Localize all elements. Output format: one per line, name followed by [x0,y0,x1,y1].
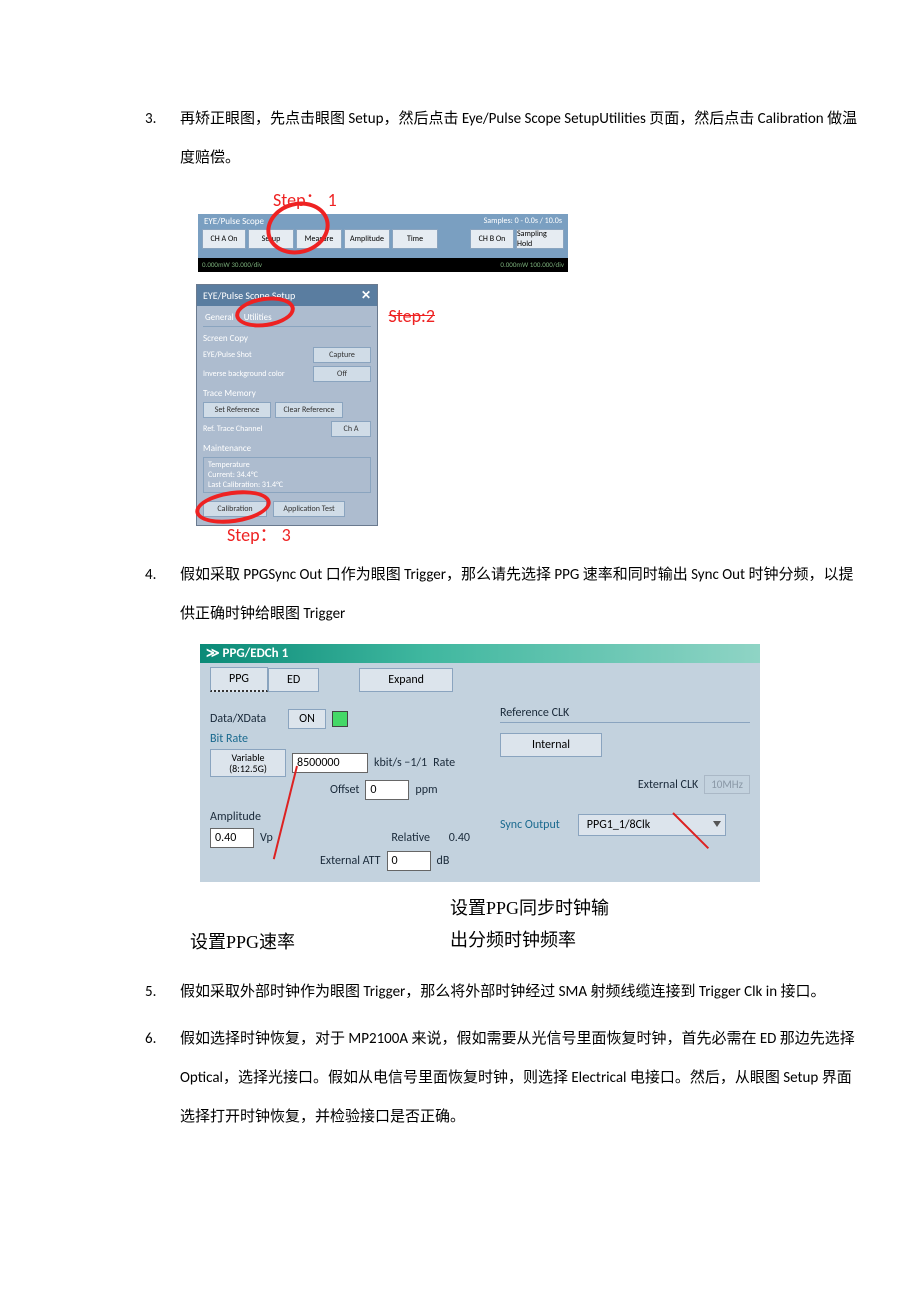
item-text: 再矫正眼图，先点击眼图 Setup，然后点击 Eye/Pulse Scope S… [180,110,857,167]
annotation-left: 设置PPG速率 [190,892,450,954]
bitrate-input[interactable]: 8500000 [292,753,368,773]
ppg-title-bar: ≫ PPG/EDCh 1 [200,644,760,663]
scope-samples: Samples: 0 - 0.0s / 10.0s [484,216,562,226]
measure-button[interactable]: Measure [296,229,342,249]
label-temperature: Temperature [208,460,366,470]
scope-setup-dialog: EYE/Pulse Scope Setup ✕ General Utilitie… [196,284,378,526]
tab-general[interactable]: General [203,310,242,326]
calibration-button[interactable]: Calibration [203,501,267,517]
scope-info-right: 0.000mW 100.000/div [496,258,568,272]
step-3-label: Step： 3 [227,521,291,547]
offset-input[interactable]: 0 [365,780,409,800]
amplitude-input[interactable]: 0.40 [210,828,254,848]
close-icon[interactable]: ✕ [361,288,371,303]
scope-info-left: 0.000mW 30.000/div [198,258,266,272]
label-external-clk: External CLK [638,778,698,792]
item-text: 假如采取 PPGSync Out 口作为眼图 Trigger，那么请先选择 PP… [180,566,853,623]
amplitude-button[interactable]: Amplitude [344,229,390,249]
label-last-cal: Last Calibration: 31.4°C [208,480,366,490]
section-maintenance: Maintenance [203,443,371,454]
internal-button[interactable]: Internal [500,733,602,757]
ten-mhz-button[interactable]: 10MHz [704,775,750,794]
list-item-3: 3. 再矫正眼图，先点击眼图 Setup，然后点击 Eye/Pulse Scop… [60,100,860,178]
ch-a-button[interactable]: Ch A [331,421,371,437]
label-data-xdata: Data/XData [210,712,266,726]
section-trace-memory: Trace Memory [203,388,371,399]
figure-ppg: ≫ PPG/EDCh 1 PPG ED Expand Data/XData ON [150,644,860,957]
label-amplitude: Amplitude [210,810,261,824]
step-1-label: Step： 1 [198,186,568,214]
tab-utilities[interactable]: Utilities [242,310,280,326]
sync-output-select[interactable]: PPG1_1/8Clk [578,814,726,836]
label-sync-output: Sync Output [500,818,560,832]
step-2-label: Step:2 [389,305,435,327]
label-ref-trace: Ref. Trace Channel [203,424,327,434]
set-reference-button[interactable]: Set Reference [203,402,271,418]
label-ppm: ppm [415,783,437,797]
on-button[interactable]: ON [288,709,326,729]
setup-dialog-title: EYE/Pulse Scope Setup [203,289,295,302]
ch-a-on-button[interactable]: CH A On [202,229,246,249]
label-vp: Vp [260,831,273,845]
tab-ed[interactable]: ED [268,668,319,692]
item-text: 假如选择时钟恢复，对于 MP2100A 来说，假如需要从光信号里面恢复时钟，首先… [180,1030,855,1126]
label-external-att: External ATT [320,854,381,868]
list-item-4: 4. 假如采取 PPGSync Out 口作为眼图 Trigger，那么请先选择… [60,556,860,634]
section-screen-copy: Screen Copy [203,333,371,344]
off-button[interactable]: Off [313,366,371,382]
label-current-temp: Current: 34.4°C [208,470,366,480]
item-number: 5. [145,973,156,1012]
item-text: 假如采取外部时钟作为眼图 Trigger，那么将外部时钟经过 SMA 射频线缆连… [180,983,825,1001]
label-reference-clk: Reference CLK [500,706,750,720]
time-button[interactable]: Time [392,229,438,249]
annotation-right: 设置PPG同步时钟输 出分频时钟频率 [450,892,609,957]
label-rate: Rate [433,756,455,770]
figure-scope: Step： 1 EYE/Pulse Scope Samples: 0 - 0.0… [150,186,860,526]
item-number: 6. [145,1020,156,1059]
relative-value: 0.40 [436,831,470,845]
label-kbits: kbit/s −1/1 [374,756,427,770]
label-bit-rate: Bit Rate [210,732,470,746]
variable-selector[interactable]: Variable (8:12.5G) [210,749,286,777]
scope-title: EYE/Pulse Scope [204,216,264,227]
item-number: 3. [145,100,156,139]
sampling-hold-button[interactable]: Sampling Hold [516,229,564,249]
status-led-icon [332,711,348,727]
label-db: dB [437,854,450,868]
setup-button[interactable]: Setup [248,229,294,249]
label-inverse-bg: Inverse background color [203,369,309,379]
expand-button[interactable]: Expand [359,668,453,692]
scope-top-panel: EYE/Pulse Scope Samples: 0 - 0.0s / 10.0… [198,214,568,272]
ch-b-on-button[interactable]: CH B On [470,229,514,249]
application-test-button[interactable]: Application Test [273,501,345,517]
capture-button[interactable]: Capture [313,347,371,363]
external-att-input[interactable]: 0 [387,851,431,871]
label-relative: Relative [391,831,430,845]
label-eye-pulse-shot: EYE/Pulse Shot [203,350,309,360]
item-number: 4. [145,556,156,595]
label-offset: Offset [330,783,359,797]
list-item-6: 6. 假如选择时钟恢复，对于 MP2100A 来说，假如需要从光信号里面恢复时钟… [60,1020,860,1137]
tab-ppg[interactable]: PPG [210,667,268,692]
list-item-5: 5. 假如采取外部时钟作为眼图 Trigger，那么将外部时钟经过 SMA 射频… [60,973,860,1012]
clear-reference-button[interactable]: Clear Reference [275,402,343,418]
